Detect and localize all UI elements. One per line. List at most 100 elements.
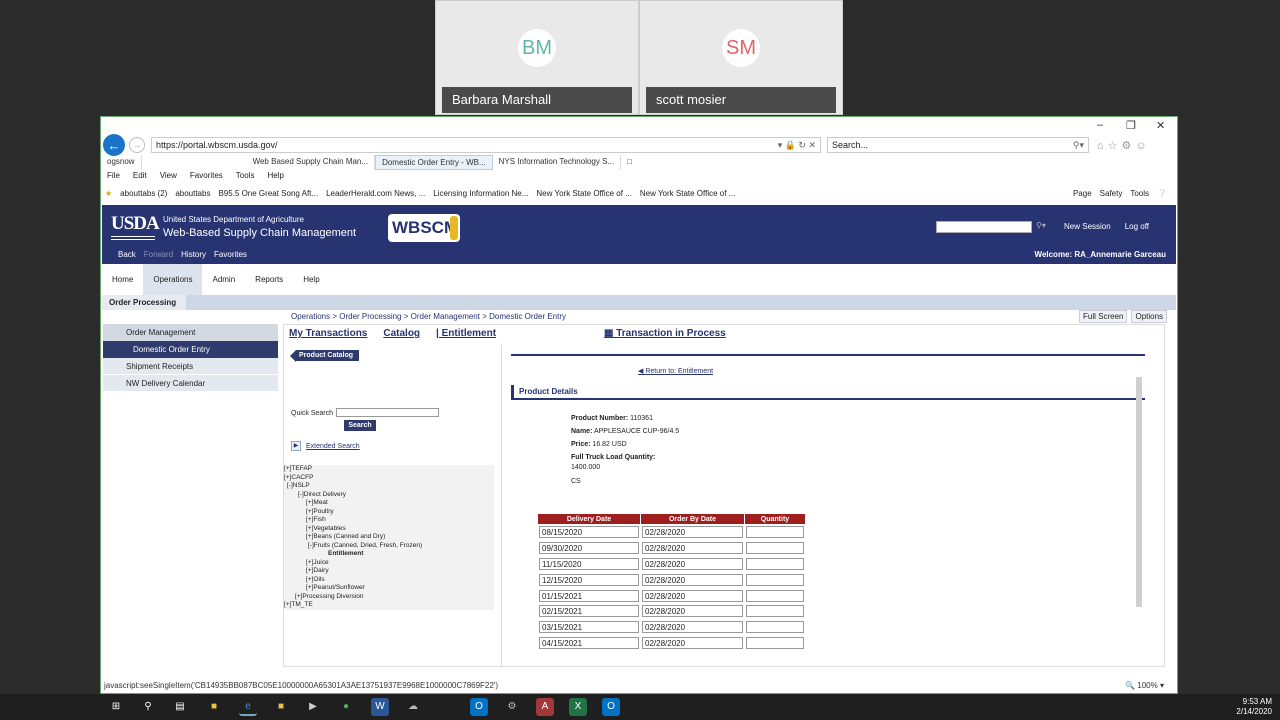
- date-field[interactable]: 02/15/2021: [539, 605, 639, 618]
- app-icon[interactable]: ☁: [404, 698, 422, 716]
- full-screen-button[interactable]: Full Screen: [1079, 310, 1128, 323]
- back-arrow-icon[interactable]: ←: [103, 134, 125, 156]
- minimize-icon[interactable]: –: [1097, 119, 1103, 131]
- options-button[interactable]: Options: [1131, 310, 1168, 323]
- quantity-input[interactable]: [746, 557, 804, 570]
- date-field[interactable]: 11/15/2020: [539, 557, 639, 570]
- expand-icon[interactable]: ▶: [291, 441, 301, 451]
- logoff-link[interactable]: Log off: [1125, 222, 1149, 231]
- tree-node[interactable]: [-]Fruits (Canned, Dried, Fresh, Frozen): [284, 542, 494, 551]
- tree-node[interactable]: [+]CACFP: [284, 474, 494, 483]
- return-link[interactable]: ◀ Return to: Entitlement: [638, 367, 713, 375]
- nav-help[interactable]: Help: [293, 264, 329, 295]
- catalog-link[interactable]: Catalog: [383, 328, 420, 339]
- quantity-input[interactable]: [746, 605, 804, 618]
- extended-search-link[interactable]: Extended Search: [306, 443, 360, 450]
- tree-node[interactable]: [+]Beans (Canned and Dry): [284, 533, 494, 542]
- favorite-link[interactable]: abouttabs: [175, 189, 210, 198]
- nav-domestic-order-entry[interactable]: Domestic Order Entry: [103, 341, 278, 358]
- search-icon[interactable]: ⚲: [139, 698, 157, 716]
- tree-node[interactable]: [-]Direct Delivery: [284, 491, 494, 500]
- favorite-link[interactable]: New York State Office of ...: [536, 189, 631, 198]
- new-tab-button[interactable]: □: [621, 155, 638, 170]
- favorites-star-icon[interactable]: ★: [105, 189, 112, 198]
- quantity-input[interactable]: [746, 589, 804, 602]
- tree-node[interactable]: [+]TM_TE: [284, 601, 494, 610]
- menu-favorites[interactable]: Favorites: [190, 171, 223, 185]
- date-field[interactable]: 02/28/2020: [642, 636, 743, 649]
- zoom-level[interactable]: 🔍 100% ▾: [1125, 679, 1164, 693]
- close-icon[interactable]: ✕: [1156, 119, 1165, 132]
- entitlement-link[interactable]: | Entitlement: [436, 328, 496, 339]
- tree-node[interactable]: [+]Vegetables: [284, 525, 494, 534]
- tree-node[interactable]: [+]TEFAP: [284, 465, 494, 474]
- outlook-icon[interactable]: O: [470, 698, 488, 716]
- internet-explorer-icon[interactable]: e: [239, 698, 257, 716]
- tab-wbscm[interactable]: Web Based Supply Chain Man...: [247, 155, 376, 170]
- nav-shipment-receipts[interactable]: Shipment Receipts: [103, 358, 278, 375]
- tree-node-selected[interactable]: Entitlement: [284, 550, 494, 559]
- date-field[interactable]: 02/28/2020: [642, 526, 743, 539]
- quantity-input[interactable]: [746, 621, 804, 634]
- subnav-order-processing[interactable]: Order Processing: [102, 295, 186, 310]
- transaction-in-process-link[interactable]: ▦ Transaction in Process: [604, 328, 726, 339]
- tree-node[interactable]: [+]Juice: [284, 559, 494, 568]
- nav-reports[interactable]: Reports: [245, 264, 293, 295]
- date-field[interactable]: 12/15/2020: [539, 573, 639, 586]
- media-icon[interactable]: ▶: [304, 698, 322, 716]
- tree-node[interactable]: [+]Processing Diversion: [284, 593, 494, 602]
- tab-ogsnow[interactable]: ogsnow: [101, 155, 142, 170]
- menu-edit[interactable]: Edit: [133, 171, 147, 185]
- date-field[interactable]: 08/15/2020: [539, 526, 639, 539]
- tree-node[interactable]: [+]Peanut/Sunflower: [284, 584, 494, 593]
- tree-node[interactable]: [-]NSLP: [284, 482, 494, 491]
- favorite-link[interactable]: Licensing Information Ne...: [433, 189, 528, 198]
- date-field[interactable]: 02/28/2020: [642, 605, 743, 618]
- system-clock[interactable]: 9:53 AM 2/14/2020: [1236, 697, 1272, 717]
- date-field[interactable]: 02/28/2020: [642, 542, 743, 555]
- excel-icon[interactable]: X: [569, 698, 587, 716]
- restore-icon[interactable]: ❐: [1126, 119, 1136, 132]
- forward-arrow-icon[interactable]: →: [129, 137, 145, 153]
- date-field[interactable]: 09/30/2020: [539, 542, 639, 555]
- word-icon[interactable]: W: [371, 698, 389, 716]
- browser-search-input[interactable]: Search... ⚲▾: [827, 137, 1089, 153]
- chrome-icon[interactable]: ●: [337, 698, 355, 716]
- quick-search-input[interactable]: [336, 408, 439, 417]
- site-search-input[interactable]: [936, 221, 1032, 233]
- file-explorer-icon[interactable]: ■: [205, 698, 223, 716]
- cmd-page[interactable]: Page: [1073, 189, 1092, 198]
- my-transactions-link[interactable]: My Transactions: [289, 328, 367, 339]
- toolbar-icons[interactable]: ⌂☆⚙☺: [1097, 139, 1151, 152]
- date-field[interactable]: 02/28/2020: [642, 589, 743, 602]
- search-icon[interactable]: ⚲▾: [1073, 138, 1084, 152]
- nav-operations[interactable]: Operations: [143, 264, 203, 295]
- quantity-input[interactable]: [746, 526, 804, 539]
- menu-tools[interactable]: Tools: [236, 171, 255, 185]
- nav-order-management[interactable]: Order Management: [103, 324, 278, 341]
- store-icon[interactable]: ■: [272, 698, 290, 716]
- tree-node[interactable]: [+]Fish: [284, 516, 494, 525]
- favorites-link[interactable]: Favorites: [214, 250, 247, 259]
- tree-node[interactable]: [+]Meat: [284, 499, 494, 508]
- lock-refresh-icon[interactable]: ▾ 🔒 ↻ ✕: [778, 138, 816, 152]
- date-field[interactable]: 02/28/2020: [642, 557, 743, 570]
- quantity-input[interactable]: [746, 636, 804, 649]
- date-field[interactable]: 03/15/2021: [539, 621, 639, 634]
- menu-help[interactable]: Help: [267, 171, 283, 185]
- favorite-link[interactable]: LeaderHerald.com News, ...: [326, 189, 425, 198]
- task-view-icon[interactable]: ▤: [171, 698, 189, 716]
- forward-link[interactable]: Forward: [144, 250, 173, 259]
- cmd-safety[interactable]: Safety: [1100, 189, 1123, 198]
- app-icon[interactable]: ⚙: [503, 698, 521, 716]
- scrollbar[interactable]: [1134, 365, 1144, 651]
- favorite-link[interactable]: New York State Office of ...: [640, 189, 735, 198]
- date-field[interactable]: 02/28/2020: [642, 621, 743, 634]
- tab-nys-it[interactable]: NYS Information Technology S...: [493, 155, 622, 170]
- cmd-tools[interactable]: Tools: [1130, 189, 1149, 198]
- history-link[interactable]: History: [181, 250, 206, 259]
- search-button[interactable]: Search: [344, 420, 376, 431]
- scroll-thumb[interactable]: [1136, 377, 1142, 607]
- tree-node[interactable]: [+]Oils: [284, 576, 494, 585]
- search-icon[interactable]: ⚲▾: [1036, 221, 1046, 230]
